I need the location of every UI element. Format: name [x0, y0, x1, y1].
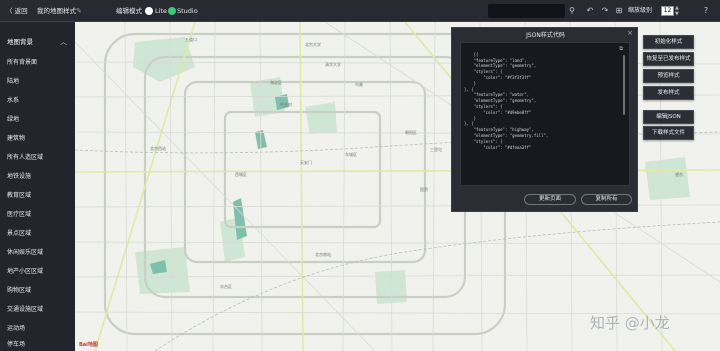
redo-icon[interactable]: ↷ [599, 0, 611, 22]
style-name: 我的地图样式 [37, 7, 76, 15]
map-label: 丰台区 [220, 284, 232, 289]
sidebar-header-label: 地图背景 [7, 38, 33, 46]
back-button[interactable]: 〈 返回 [6, 0, 28, 22]
sidebar-item[interactable]: 运动场 [0, 321, 75, 337]
json-panel-title: JSON样式代码 [526, 32, 565, 39]
sidebar-item[interactable]: 休闲娱乐区域 [0, 245, 75, 261]
sidebar-item[interactable]: 地产小区区域 [0, 264, 75, 280]
sidebar-item[interactable]: 水系 [0, 93, 75, 109]
close-icon[interactable]: × [627, 29, 633, 37]
sidebar-item[interactable]: 停车场 [0, 337, 75, 351]
chevron-up-icon[interactable]: ︿ [60, 35, 67, 50]
code-scrollbar[interactable] [623, 55, 625, 115]
map-label: 中关村 [280, 102, 292, 107]
sidebar-item[interactable]: 教育区域 [0, 188, 75, 204]
map-label: 国贸 [420, 187, 428, 192]
publish-style-button[interactable]: 发布样式 [643, 86, 694, 100]
map-label: 海淀区 [270, 80, 282, 85]
watermark: 知乎 @小龙 [590, 314, 670, 332]
restore-published-button[interactable]: 恢复至已发布样式 [643, 52, 694, 66]
sidebar-item[interactable]: 所有背景面 [0, 55, 75, 71]
sidebar-item[interactable]: 交通设施区域 [0, 302, 75, 318]
update-page-button[interactable]: 更新页面 [524, 194, 576, 205]
sidebar-item[interactable]: 绿地 [0, 112, 75, 128]
json-code-text: [{ "featureType": "land", "elementType":… [464, 51, 549, 150]
json-code-editor[interactable]: [{ "featureType": "land", "elementType":… [460, 42, 630, 186]
sidebar-item[interactable]: 所有人造区域 [0, 150, 75, 166]
lite-mode-label[interactable]: Lite [155, 0, 167, 22]
undo-icon[interactable]: ↶ [584, 0, 596, 22]
edit-json-button[interactable]: 编辑JSON [643, 110, 694, 124]
zoom-stepper-icon[interactable]: ▲ ▼ [675, 5, 679, 17]
map-label: 北京大学 [305, 42, 321, 47]
map-label: 东城区 [345, 152, 357, 157]
studio-radio[interactable] [168, 7, 176, 15]
sidebar-item[interactable]: 医疗区域 [0, 207, 75, 223]
map-label: 天安门 [300, 160, 312, 165]
sidebar-item[interactable]: 陆地 [0, 74, 75, 90]
copy-all-button[interactable]: 复制所有 [581, 194, 632, 205]
edit-icon[interactable]: ✎ [76, 0, 82, 22]
copy-icon[interactable]: ⧉ [619, 46, 623, 53]
map-label: 三里屯 [430, 147, 442, 152]
init-style-button[interactable]: 初始化样式 [643, 35, 694, 49]
map-label: 五道口 [185, 37, 197, 42]
baidu-map-logo: Bai地图 [79, 342, 98, 348]
preview-style-button[interactable]: 预览样式 [643, 69, 694, 83]
zoom-level-label: 缩放级别 [628, 7, 653, 14]
zoom-level-input[interactable]: 12 [661, 6, 674, 16]
water-bodies [150, 75, 475, 274]
map-label: 西城区 [235, 172, 247, 177]
lite-radio[interactable] [145, 7, 153, 15]
download-style-button[interactable]: 下载样式文件 [643, 126, 694, 140]
sidebar-item[interactable]: 建筑物 [0, 131, 75, 147]
search-input[interactable] [488, 4, 565, 18]
help-icon[interactable]: ? [700, 0, 712, 22]
layer-sidebar: 地图背景 ︿ 所有背景面 陆地 水系 绿地 建筑物 所有人造区域 地铁设施 教育… [0, 22, 75, 351]
grid-icon[interactable]: ⊞ [613, 0, 625, 22]
sidebar-item[interactable]: 景点区域 [0, 226, 75, 242]
map-label: 鸟巢 [355, 82, 363, 87]
sidebar-header[interactable]: 地图背景 ︿ [0, 35, 75, 50]
map-label: 清华大学 [325, 62, 341, 67]
edit-mode-label: 编辑模式 [116, 7, 142, 15]
map-label: 北京西站 [150, 146, 166, 151]
studio-mode-label[interactable]: Studio [177, 0, 198, 22]
map-label: 朝阳区 [405, 130, 417, 135]
sidebar-item[interactable]: 购物区域 [0, 283, 75, 299]
sidebar-item[interactable]: 地铁设施 [0, 169, 75, 185]
search-icon[interactable]: ⚲ [566, 0, 578, 22]
json-code-panel: JSON样式代码 × [{ "featureType": "land", "el… [451, 27, 638, 212]
map-label: 北京南站 [315, 252, 331, 257]
map-label: 望京 [675, 172, 683, 177]
top-toolbar: 〈 返回 我的地图样式 ✎ 编辑模式 Lite Studio ⚲ ↶ ↷ ⊞ 缩… [0, 0, 720, 22]
